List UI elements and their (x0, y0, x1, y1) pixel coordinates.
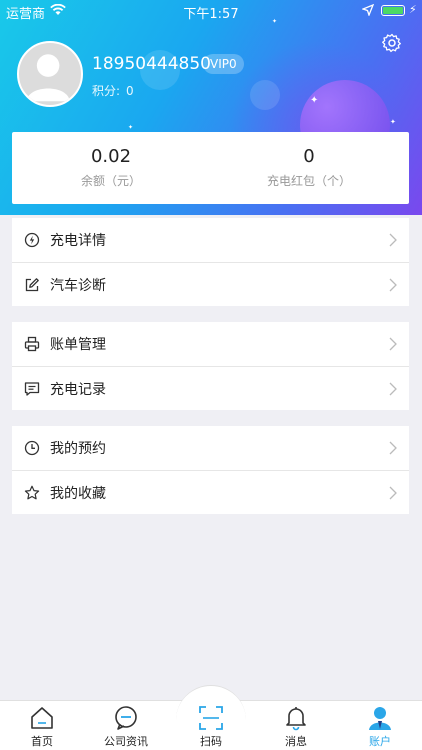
balance-value: 0.02 (90, 146, 132, 167)
tab-messages[interactable]: 消息 (254, 705, 338, 749)
menu-item-my-favorites[interactable]: 我的收藏 (12, 470, 409, 514)
menu-item-charging-details[interactable]: 充电详情 (12, 218, 409, 262)
points-label: 积分: (92, 84, 121, 98)
menu-item-my-reservations[interactable]: 我的预约 (12, 426, 409, 470)
points-row: 积分: 0 (92, 82, 140, 99)
menu-item-label: 我的收藏 (50, 485, 106, 502)
tab-account[interactable]: 账户 (338, 705, 422, 749)
user-phone: 18950444850 (92, 54, 211, 74)
red-packet-stat[interactable]: 0 充电红包（个） (210, 146, 408, 189)
menu-item-label: 我的预约 (50, 441, 106, 457)
balance-stat[interactable]: 0.02 余额（元） (12, 146, 210, 189)
red-packet-label: 充电红包（个） (266, 174, 351, 188)
scan-icon (199, 706, 223, 730)
message-icon (24, 381, 40, 396)
lightning-circle-icon (24, 232, 40, 248)
printer-icon (24, 336, 40, 352)
balance-label: 余额（元） (80, 174, 141, 188)
bell-icon (286, 707, 306, 731)
stats-card: 0.02 余额（元） 0 充电红包（个） (12, 132, 409, 204)
menu-item-label: 充电详情 (50, 233, 106, 249)
tab-company-news[interactable]: 公司资讯 (84, 705, 168, 749)
chevron-right-icon (389, 486, 397, 500)
sparkle-icon: ✦ (310, 95, 319, 106)
red-packet-value: 0 (303, 146, 315, 167)
points-value: 0 (126, 84, 134, 98)
menu-item-label: 账单管理 (50, 337, 106, 353)
sparkle-icon: ✦ (128, 124, 134, 131)
menu-group-charging: 充电详情 汽车诊断 (12, 218, 409, 306)
battery-icon (381, 5, 405, 16)
tab-home[interactable]: 首页 (0, 705, 84, 749)
edit-icon (25, 277, 39, 291)
star-icon (24, 485, 40, 499)
menu-group-billing: 账单管理 充电记录 (12, 322, 409, 410)
location-arrow-icon (362, 4, 374, 16)
menu-group-personal: 我的预约 我的收藏 (12, 426, 409, 514)
menu-item-bill-management[interactable]: 账单管理 (12, 322, 409, 366)
menu-item-car-diagnosis[interactable]: 汽车诊断 (12, 262, 409, 306)
chevron-right-icon (389, 233, 397, 247)
menu-item-label: 汽车诊断 (50, 277, 106, 294)
vip-badge: VIP0 (203, 54, 244, 74)
tab-label: 扫码 (200, 735, 222, 748)
chat-icon (115, 706, 137, 730)
default-avatar-icon (26, 54, 70, 102)
charging-bolt-icon: ⚡ (409, 3, 417, 16)
tab-label: 首页 (31, 735, 53, 748)
tab-label: 消息 (285, 735, 307, 748)
avatar[interactable] (17, 41, 83, 107)
tab-scan[interactable]: 扫码 (169, 705, 253, 749)
sparkle-icon: ✦ (390, 118, 396, 126)
chevron-right-icon (389, 337, 397, 351)
menu-item-label: 充电记录 (50, 381, 106, 398)
gear-icon[interactable] (382, 33, 402, 53)
header-bubble (250, 80, 280, 110)
menu-item-charging-records[interactable]: 充电记录 (12, 366, 409, 410)
chevron-right-icon (389, 278, 397, 292)
clock-time: 下午1:57 (183, 7, 239, 22)
tab-label: 公司资讯 (104, 735, 148, 748)
tab-label: 账户 (369, 735, 391, 748)
home-icon (31, 707, 53, 729)
user-icon (369, 707, 391, 730)
status-bar: 运营商 下午1:57 ⚡ (0, 0, 422, 22)
chevron-right-icon (389, 382, 397, 396)
clock-icon (24, 440, 40, 456)
chevron-right-icon (389, 441, 397, 455)
